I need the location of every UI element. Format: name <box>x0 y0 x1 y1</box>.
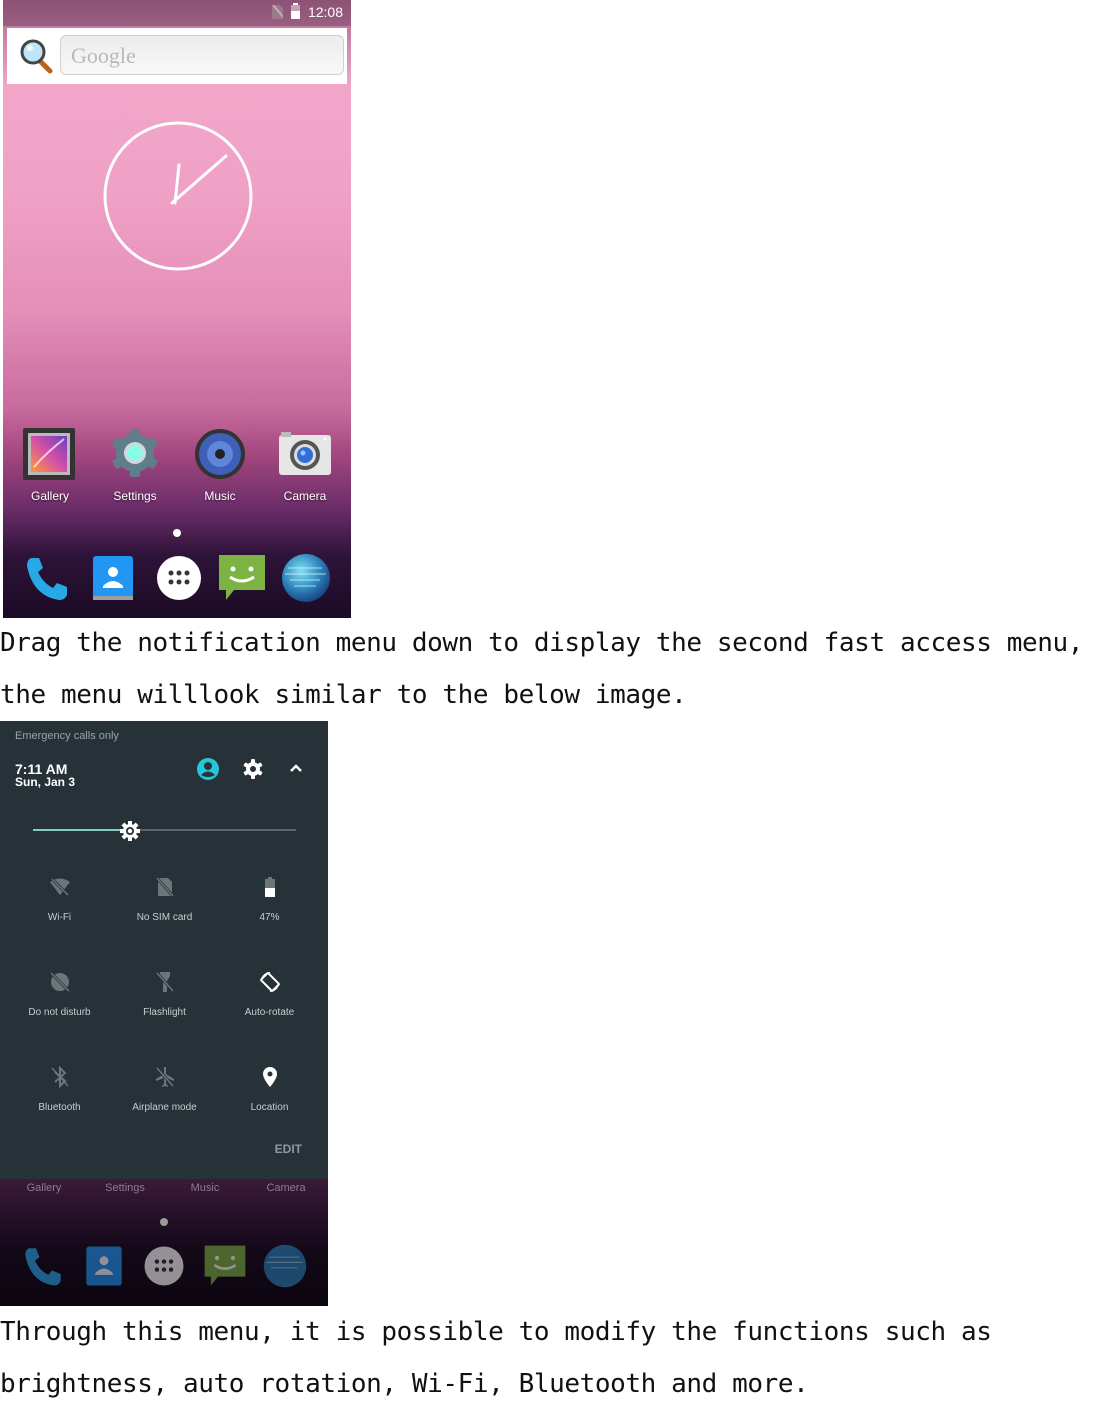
magnifier-icon <box>20 39 53 74</box>
tile-label: No SIM card <box>136 912 193 923</box>
page-indicator-dot <box>160 1218 168 1226</box>
description-text-line-2: brightness, auto rotation, Wi-Fi, Blueto… <box>0 1369 809 1399</box>
tile-do-not-disturb[interactable]: Do not disturb <box>7 970 112 1018</box>
app-gallery[interactable]: Gallery <box>10 425 90 503</box>
tile-label: 47% <box>259 912 280 923</box>
brightness-thumb-icon[interactable] <box>119 820 141 842</box>
tile-label: Auto-rotate <box>244 1007 295 1018</box>
do-not-disturb-off-icon <box>49 971 70 993</box>
auto-rotate-icon <box>259 972 280 992</box>
brightness-slider[interactable] <box>33 820 296 842</box>
quick-settings-screenshot: Emergency calls only 7:11 AM Sun, Jan 3 … <box>0 721 328 1306</box>
bluetooth-off-icon <box>50 1065 69 1089</box>
app-drawer-icon[interactable] <box>153 552 205 604</box>
edit-button[interactable]: EDIT <box>275 1142 302 1156</box>
camera-icon <box>277 425 333 481</box>
dimmed-app-label: Camera <box>266 1182 306 1194</box>
qs-date: Sun, Jan 3 <box>15 775 76 789</box>
tile-label: Flashlight <box>143 1007 186 1018</box>
tile-bluetooth[interactable]: Bluetooth <box>7 1065 112 1113</box>
tile-wifi[interactable]: Wi-Fi <box>7 875 112 923</box>
analog-clock-widget[interactable] <box>102 120 254 272</box>
app-music[interactable]: Music <box>180 425 260 503</box>
flashlight-off-icon <box>155 972 174 992</box>
description-text-line-1: Through this menu, it is possible to mod… <box>0 1317 992 1347</box>
google-search-widget[interactable]: Google <box>7 28 347 84</box>
phone-icon <box>25 1248 61 1286</box>
page-indicator-dot <box>173 529 181 537</box>
app-label: Camera <box>283 489 327 503</box>
dimmed-app-label: Settings <box>105 1182 145 1194</box>
phone-icon[interactable] <box>21 552 73 604</box>
tile-location[interactable]: Location <box>217 1065 322 1113</box>
tile-label: Wi-Fi <box>47 912 72 923</box>
brightness-fill <box>33 829 131 831</box>
music-speaker-icon <box>192 425 248 481</box>
instruction-text-line-1: Drag the notification menu down to displ… <box>0 628 1083 658</box>
tile-airplane-mode[interactable]: Airplane mode <box>112 1065 217 1113</box>
battery-icon <box>290 3 300 19</box>
home-screen-screenshot: 12:08 Google Gallery Settings Music Came… <box>3 0 351 618</box>
wifi-off-icon <box>49 877 70 897</box>
location-pin-icon <box>262 1067 277 1087</box>
messaging-icon[interactable] <box>216 552 268 604</box>
app-settings[interactable]: Settings <box>95 425 175 503</box>
browser-globe-icon <box>263 1244 307 1288</box>
gallery-icon <box>22 425 78 481</box>
dimmed-home-screen: Gallery Settings Music Camera <box>0 1179 328 1306</box>
status-bar: 12:08 <box>3 0 351 26</box>
app-drawer-icon <box>144 1246 184 1286</box>
status-time: 12:08 <box>307 4 343 20</box>
tile-label: Airplane mode <box>132 1102 197 1113</box>
user-avatar-icon[interactable] <box>196 757 220 781</box>
browser-globe-icon[interactable] <box>280 552 332 604</box>
app-label: Gallery <box>30 489 69 503</box>
airplane-off-icon <box>155 1067 174 1087</box>
tile-no-sim[interactable]: No SIM card <box>112 875 217 923</box>
messaging-icon <box>204 1245 246 1286</box>
contacts-icon[interactable] <box>87 552 139 604</box>
app-label: Music <box>204 489 236 503</box>
search-placeholder: Google <box>71 43 136 68</box>
instruction-text-line-2: the menu willlook similar to the below i… <box>0 680 687 710</box>
tile-label: Location <box>250 1102 289 1113</box>
tile-battery[interactable]: 47% <box>217 875 322 923</box>
no-sim-icon <box>271 5 283 19</box>
app-label: Settings <box>113 489 157 503</box>
app-camera[interactable]: Camera <box>265 425 345 503</box>
settings-gear-icon <box>107 425 163 481</box>
collapse-chevron-up-icon[interactable] <box>284 757 308 781</box>
carrier-status: Emergency calls only <box>15 730 119 742</box>
home-app-row: Gallery Settings Music Camera <box>3 425 351 510</box>
settings-gear-icon[interactable] <box>241 757 265 781</box>
dimmed-app-label: Music <box>190 1182 220 1194</box>
search-input[interactable]: Google <box>60 35 344 75</box>
tile-auto-rotate[interactable]: Auto-rotate <box>217 970 322 1018</box>
dock <box>3 548 351 610</box>
no-sim-icon <box>155 877 174 897</box>
tile-flashlight[interactable]: Flashlight <box>112 970 217 1018</box>
dimmed-app-label: Gallery <box>26 1182 62 1194</box>
clock-minute-hand <box>170 154 228 205</box>
contacts-icon <box>86 1246 122 1286</box>
tile-label: Bluetooth <box>38 1102 81 1113</box>
battery-icon <box>264 877 275 897</box>
tile-label: Do not disturb <box>28 1007 91 1018</box>
